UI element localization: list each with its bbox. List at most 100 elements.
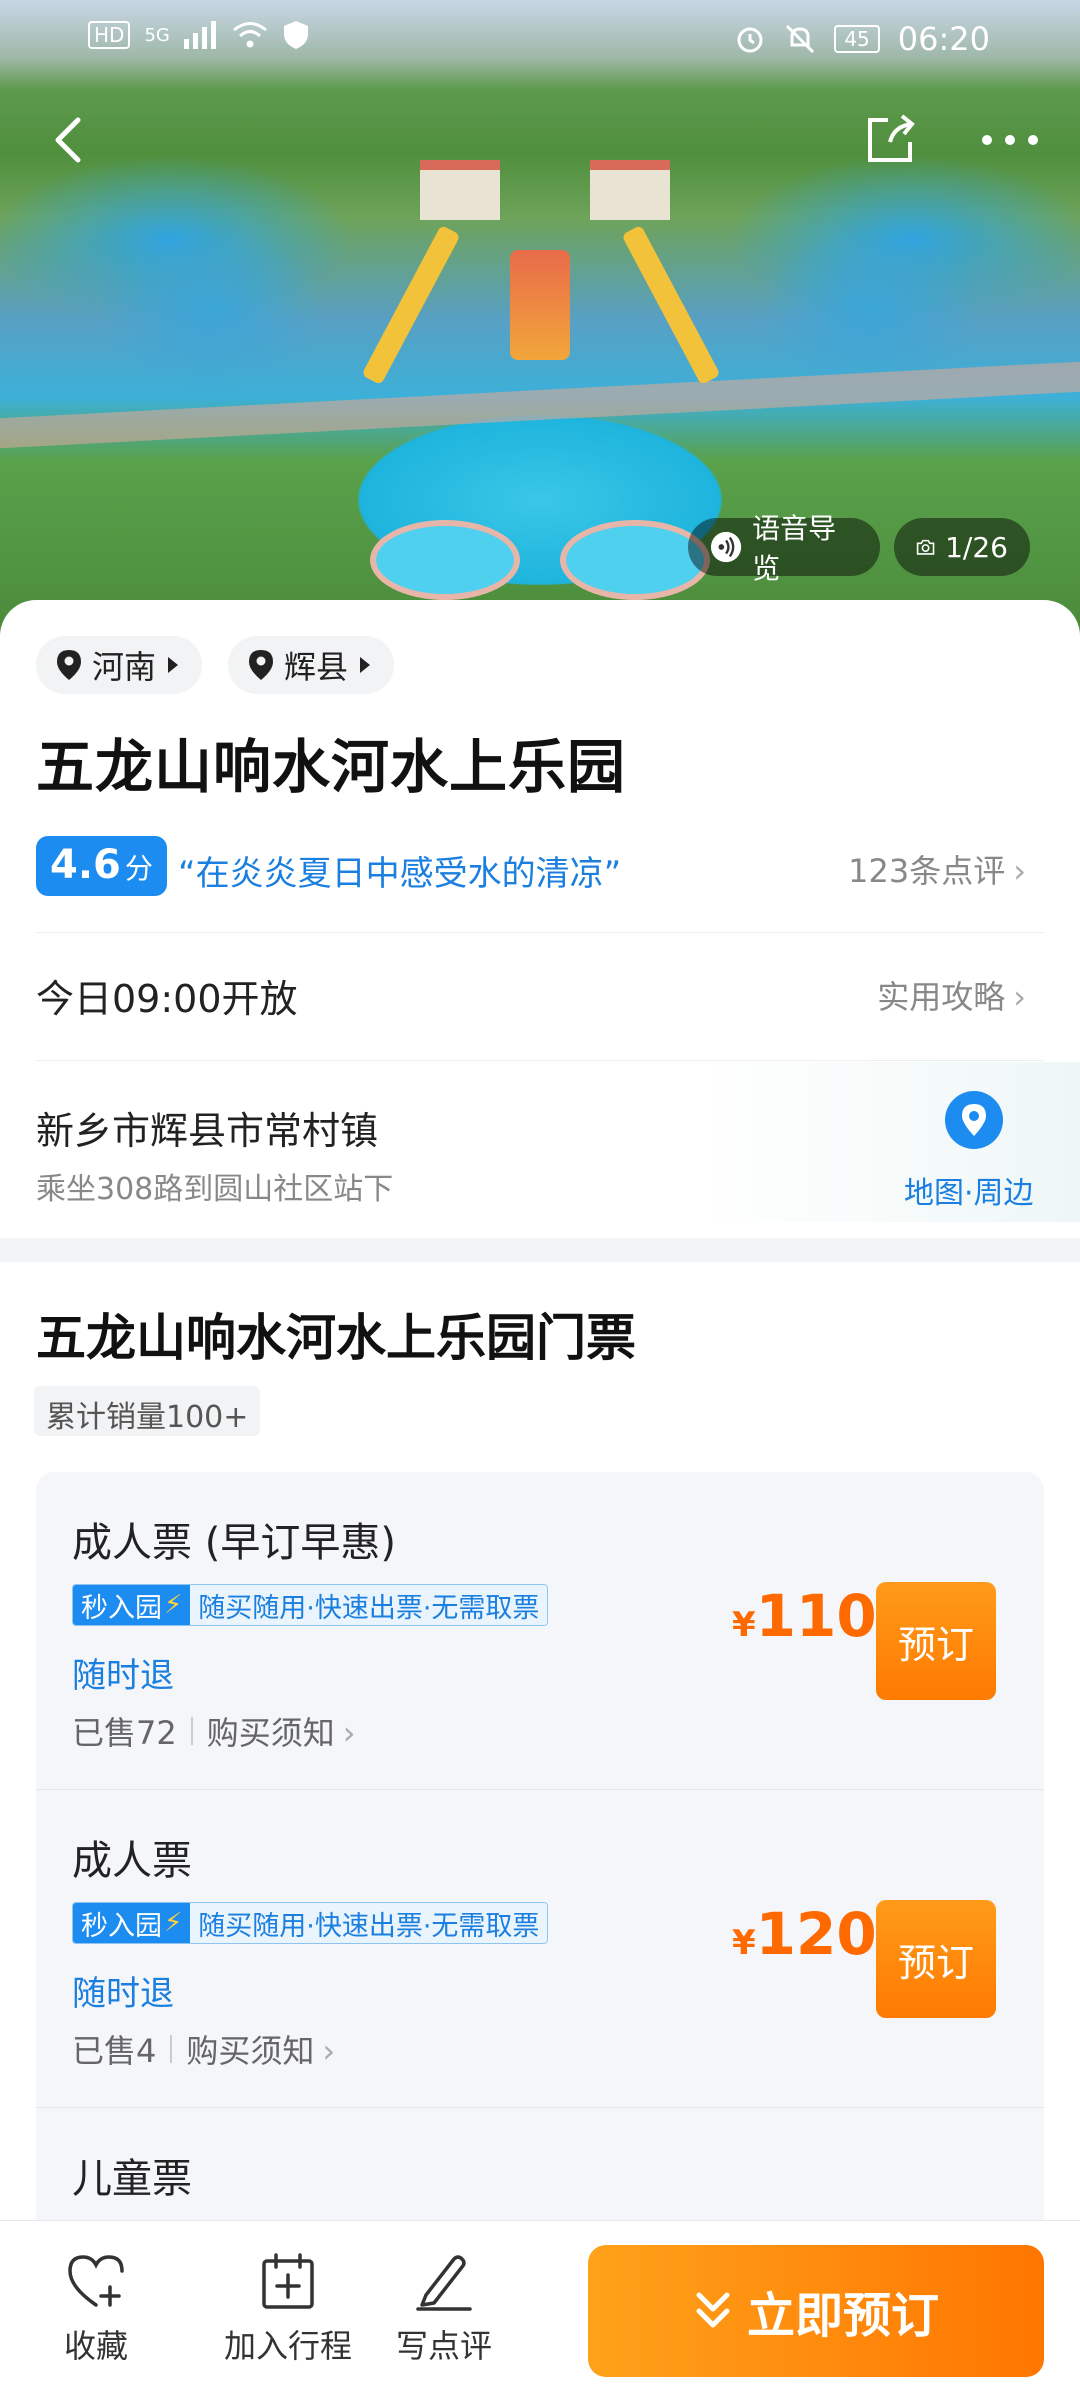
- voice-icon: [710, 531, 742, 563]
- refund-policy: 随时退: [72, 1974, 174, 2014]
- add-itinerary-label: 加入行程: [223, 2327, 352, 2365]
- bottom-action-bar: 收藏 加入行程 写点评 立即预订: [0, 2220, 1080, 2400]
- hero-building-left: [420, 160, 500, 220]
- status-time: 06:20: [897, 20, 990, 58]
- battery-indicator: 45: [834, 25, 880, 53]
- section-separator: [0, 1238, 1080, 1262]
- fast-entry-label: 秒入园: [81, 1910, 162, 1942]
- purchase-notice-link[interactable]: 购买须知 ›: [207, 1708, 356, 1754]
- tickets-title: 五龙山响水河水上乐园门票: [36, 1309, 636, 1367]
- hero-building-right: [590, 160, 670, 220]
- ticket-name: 成人票 (早订早惠): [72, 1520, 396, 1566]
- fast-entry-tag: 秒入园 ⚡: [73, 1585, 191, 1625]
- signal-indicator: 5G: [144, 24, 170, 46]
- share-icon: [868, 114, 915, 162]
- voice-guide-label: 语音导览: [752, 512, 837, 585]
- book-now-button[interactable]: 立即预订: [588, 2245, 1044, 2377]
- score-unit: 分: [124, 852, 153, 885]
- sales-badge: 累计销量100+: [34, 1386, 261, 1436]
- hero-image[interactable]: HD 5G 45 06:20 语音导览 1/26: [0, 0, 1080, 640]
- sold-count: 已售4: [72, 2032, 157, 2070]
- ticket-name: 儿童票: [72, 2156, 192, 2202]
- hero-slide-left: [361, 224, 461, 386]
- map-button[interactable]: [944, 1090, 1004, 1150]
- book-button[interactable]: 预订: [876, 1582, 996, 1700]
- purchase-notice-label: 购买须知: [186, 2032, 315, 2070]
- review-count-label: 123条点评: [848, 852, 1006, 890]
- ticket-item[interactable]: 成人票 (早订早惠) 秒入园 ⚡ 随买随用·快速出票·无需取票 随时退 已售72 …: [36, 1472, 1044, 1790]
- lightning-icon: ⚡: [164, 1590, 183, 1620]
- ticket-tags: 秒入园 ⚡ 随买随用·快速出票·无需取票: [72, 1584, 549, 1626]
- map-nearby-label[interactable]: 地图·周边: [904, 1168, 1034, 1212]
- favorite-button[interactable]: 收藏: [26, 2251, 166, 2371]
- price-value: 120: [755, 1900, 877, 1968]
- hero-slide-tower: [510, 250, 570, 360]
- chevron-right-icon: ›: [1013, 978, 1026, 1016]
- share-button[interactable]: [860, 110, 920, 170]
- ticket-price: ¥110: [732, 1582, 877, 1650]
- hero-pool-left: [370, 520, 520, 600]
- price-value: 110: [755, 1582, 877, 1650]
- purchase-notice-link[interactable]: 购买须知 ›: [186, 2026, 335, 2072]
- address-row[interactable]: 新乡市辉县市常村镇 乘坐308路到圆山社区站下 地图·周边: [0, 1062, 1080, 1222]
- refund-policy: 随时退: [72, 1656, 174, 1696]
- page-title: 五龙山响水河水上乐园: [36, 733, 627, 801]
- favorite-label: 收藏: [63, 2327, 128, 2365]
- status-bar: HD 5G 45 06:20: [0, 0, 1080, 80]
- shield-icon: [283, 21, 308, 49]
- address-text: 新乡市辉县市常村镇: [36, 1109, 379, 1153]
- alarm-icon: [737, 27, 763, 53]
- more-icon: [982, 135, 1038, 145]
- separator: [190, 1717, 193, 1745]
- hero-walkway: [0, 361, 1080, 449]
- rating-row[interactable]: 4.6 分 “在炎炎夏日中感受水的清凉” 123条点评 ›: [36, 836, 1044, 896]
- ticket-item[interactable]: 成人票 秒入园 ⚡ 随买随用·快速出票·无需取票 随时退 已售4 购买须知 › ¥1…: [36, 1790, 1044, 2108]
- back-button[interactable]: [40, 110, 100, 170]
- county-label: 辉县: [284, 648, 349, 686]
- book-now-label: 立即预订: [746, 2288, 939, 2344]
- write-review-button[interactable]: 写点评: [374, 2251, 514, 2371]
- divider: [36, 932, 1044, 933]
- review-quote: “在炎炎夏日中感受水的清凉”: [178, 854, 622, 894]
- caret-right-icon: [168, 657, 179, 673]
- province-label: 河南: [92, 648, 157, 686]
- map-pin-icon: [945, 1091, 1003, 1149]
- review-count-link[interactable]: 123条点评 ›: [848, 846, 1026, 892]
- opening-row[interactable]: 今日09:00开放 实用攻略 ›: [36, 960, 1044, 1040]
- ticket-features-tag: 随买随用·快速出票·无需取票: [190, 1585, 548, 1625]
- fast-entry-tag: 秒入园 ⚡: [73, 1903, 191, 1943]
- pencil-icon: [416, 2255, 472, 2311]
- signal-icon: [183, 21, 216, 49]
- book-button[interactable]: 预订: [876, 1900, 996, 2018]
- heart-plus-icon: [68, 2255, 124, 2307]
- photo-counter[interactable]: 1/26: [894, 518, 1030, 576]
- wifi-icon: [232, 22, 267, 48]
- score-value: 4.6: [50, 842, 121, 888]
- price-currency: ¥: [732, 1923, 756, 1963]
- chevron-right-icon: ›: [342, 1714, 356, 1752]
- transit-text: 乘坐308路到圆山社区站下: [36, 1172, 394, 1207]
- more-button[interactable]: [975, 110, 1045, 170]
- purchase-notice-label: 购买须知: [206, 1714, 335, 1752]
- caret-right-icon: [360, 657, 371, 673]
- chevron-down-icon: [696, 2292, 730, 2328]
- add-itinerary-button[interactable]: 加入行程: [198, 2251, 378, 2371]
- ticket-list: 成人票 (早订早惠) 秒入园 ⚡ 随买随用·快速出票·无需取票 随时退 已售72 …: [36, 1472, 1044, 2272]
- opening-hours: 今日09:00开放: [36, 977, 298, 1021]
- chevron-right-icon: ›: [1013, 852, 1026, 890]
- divider: [36, 1060, 1044, 1061]
- ticket-name: 成人票: [72, 1838, 192, 1884]
- score-badge: 4.6 分: [36, 836, 167, 896]
- voice-guide-button[interactable]: 语音导览: [688, 512, 880, 585]
- hero-pool-right: [560, 520, 710, 600]
- province-chip[interactable]: 河南: [36, 636, 203, 694]
- separator: [170, 2035, 173, 2063]
- guide-link[interactable]: 实用攻略 ›: [877, 972, 1026, 1018]
- ticket-price: ¥120: [732, 1900, 877, 1968]
- lightning-icon: ⚡: [164, 1908, 183, 1938]
- location-pin-icon: [57, 650, 81, 680]
- county-chip[interactable]: 辉县: [228, 636, 395, 694]
- attraction-info-card: 河南 辉县 五龙山响水河水上乐园 4.6 分 “在炎炎夏日中感受水的清凉” 12…: [0, 600, 1080, 1240]
- fast-entry-label: 秒入园: [81, 1592, 162, 1624]
- write-review-label: 写点评: [395, 2327, 492, 2365]
